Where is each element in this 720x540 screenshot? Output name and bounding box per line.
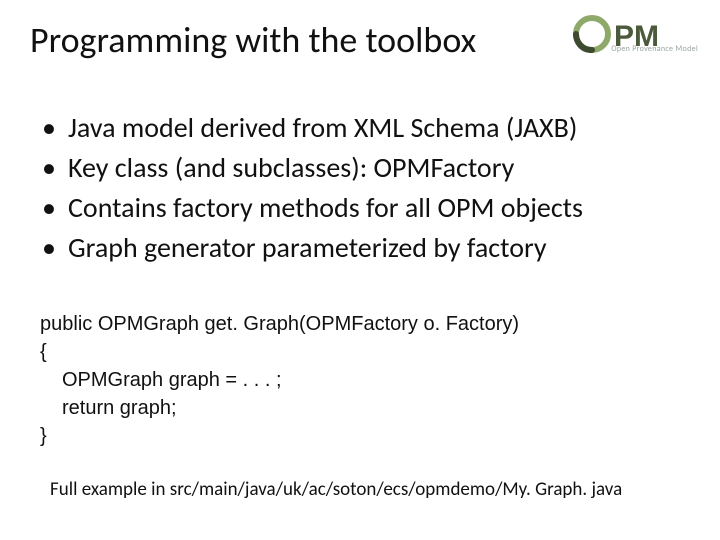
code-line: return graph;	[40, 394, 519, 422]
code-line: OPMGraph graph = . . . ;	[40, 366, 519, 394]
list-item: • Contains factory methods for all OPM o…	[42, 188, 583, 228]
bullet-dot-icon: •	[42, 228, 68, 268]
list-item: • Java model derived from XML Schema (JA…	[42, 108, 583, 148]
footnote: Full example in src/main/java/uk/ac/soto…	[50, 478, 622, 501]
bullet-text: Graph generator parameterized by factory	[68, 228, 547, 268]
bullet-text: Java model derived from XML Schema (JAXB…	[68, 108, 577, 148]
code-line: {	[40, 338, 519, 366]
logo-subtitle: Open Provenance Model	[611, 44, 698, 54]
list-item: • Key class (and subclasses): OPMFactory	[42, 148, 583, 188]
code-line: }	[40, 422, 519, 450]
bullet-dot-icon: •	[42, 148, 68, 188]
page-title: Programming with the toolbox	[30, 18, 476, 62]
bullet-list: • Java model derived from XML Schema (JA…	[42, 108, 583, 268]
opm-logo: PM	[570, 10, 700, 70]
bullet-text: Key class (and subclasses): OPMFactory	[68, 148, 514, 188]
bullet-dot-icon: •	[42, 188, 68, 228]
code-line: public OPMGraph get. Graph(OPMFactory o.…	[40, 310, 519, 338]
code-block: public OPMGraph get. Graph(OPMFactory o.…	[40, 310, 519, 450]
list-item: • Graph generator parameterized by facto…	[42, 228, 583, 268]
slide: Programming with the toolbox PM Open Pro…	[0, 0, 720, 540]
bullet-dot-icon: •	[42, 108, 68, 148]
bullet-text: Contains factory methods for all OPM obj…	[68, 188, 583, 228]
